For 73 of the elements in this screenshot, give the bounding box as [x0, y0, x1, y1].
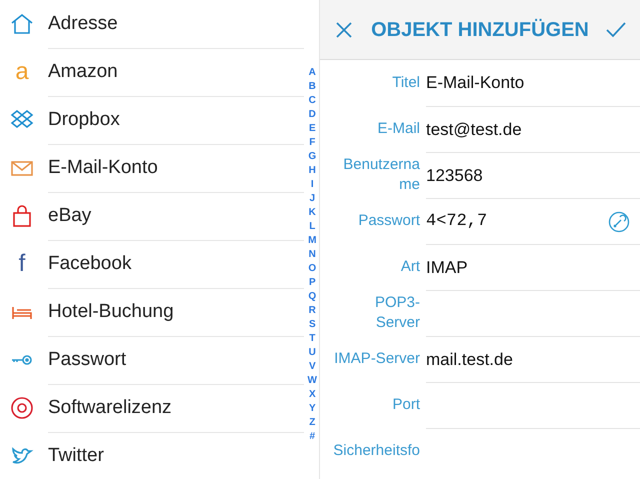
item-label: Amazon	[48, 60, 118, 84]
index-letter[interactable]: Y	[308, 402, 316, 416]
index-letter[interactable]: A	[308, 66, 316, 80]
close-icon	[335, 20, 353, 38]
index-letter[interactable]: L	[309, 220, 316, 234]
field-label: Port	[392, 395, 420, 415]
index-letter[interactable]: S	[308, 318, 316, 332]
index-letter[interactable]: W	[308, 374, 317, 388]
field-label: Benutzername	[342, 155, 420, 195]
item-label: Softwarelizenz	[48, 396, 172, 420]
index-letter[interactable]: H	[308, 164, 316, 178]
item-label: Adresse	[48, 12, 118, 36]
list-item[interactable]: eBay	[0, 192, 304, 240]
index-letter[interactable]: J	[309, 192, 316, 206]
list-item[interactable]: E-Mail-Konto	[0, 144, 304, 192]
index-letter[interactable]: K	[308, 206, 316, 220]
index-letter[interactable]: N	[308, 248, 316, 262]
index-letter[interactable]: Q	[308, 290, 316, 304]
dialog-title: OBJEKT HINZUFÜGEN	[371, 18, 589, 42]
field-value: 4<72,7	[426, 210, 488, 233]
input-field[interactable]: E-Mail-Konto	[426, 60, 640, 106]
index-letter[interactable]: Z	[309, 416, 316, 430]
field-label: Art	[400, 257, 420, 277]
index-letter[interactable]: V	[308, 360, 316, 374]
item-label: eBay	[48, 204, 92, 228]
letter-icon: f	[10, 252, 34, 276]
index-letter[interactable]: E	[308, 122, 316, 136]
input-field[interactable]: IMAP	[426, 244, 640, 290]
field-label: Titel	[392, 73, 420, 93]
field-value: E-Mail-Konto	[426, 72, 524, 94]
index-letter[interactable]: B	[308, 80, 316, 94]
list-item[interactable]: Softwarelizenz	[0, 384, 304, 432]
index-letter[interactable]: X	[308, 388, 316, 402]
field-value: test@test.de	[426, 118, 522, 141]
list-item[interactable]: Adresse	[0, 0, 304, 48]
item-label: Dropbox	[48, 108, 120, 132]
list-item[interactable]: Hotel-Buchung	[0, 288, 304, 336]
field-label: Sicherheitsfo	[333, 441, 420, 461]
index-letter[interactable]: P	[308, 276, 316, 290]
item-label: Facebook	[48, 252, 132, 276]
field-value: mail.test.de	[426, 348, 513, 371]
index-letter[interactable]: M	[308, 234, 316, 248]
index-letter[interactable]: U	[308, 346, 316, 360]
index-letter[interactable]: R	[308, 304, 316, 318]
item-label: Passwort	[48, 348, 126, 372]
field-label: Passwort	[358, 211, 420, 231]
field-value: 123568	[426, 164, 483, 187]
index-letter[interactable]: F	[309, 136, 316, 150]
index-letter[interactable]: C	[308, 94, 316, 108]
index-letter[interactable]: #	[309, 430, 316, 444]
list-item[interactable]: Dropbox	[0, 96, 304, 144]
index-letter[interactable]: I	[310, 178, 314, 192]
list-item[interactable]: f Facebook	[0, 240, 304, 288]
field-value: IMAP	[426, 256, 468, 279]
index-letter[interactable]: G	[308, 150, 316, 164]
item-label: Twitter	[48, 444, 104, 468]
item-label: Hotel-Buchung	[48, 300, 174, 324]
index-letter[interactable]: D	[308, 108, 316, 122]
field-label: E-Mail	[377, 119, 420, 139]
index-letter[interactable]: O	[308, 262, 316, 276]
index-letter[interactable]: T	[309, 332, 316, 346]
list-item[interactable]: Twitter	[0, 432, 304, 479]
list-item[interactable]: Passwort	[0, 336, 304, 384]
input-field[interactable]: 123568	[426, 152, 640, 198]
list-item[interactable]: a Amazon	[0, 48, 304, 96]
letter-icon: a	[10, 60, 34, 84]
input-field[interactable]: test@test.de	[426, 106, 640, 152]
item-label: E-Mail-Konto	[48, 156, 158, 180]
field-label: IMAP-Server	[334, 349, 420, 369]
input-field[interactable]: mail.test.de	[426, 336, 640, 382]
check-icon	[604, 20, 627, 38]
field-label: POP3-Server	[374, 293, 420, 333]
input-field[interactable]: 4<72,7	[426, 198, 640, 244]
